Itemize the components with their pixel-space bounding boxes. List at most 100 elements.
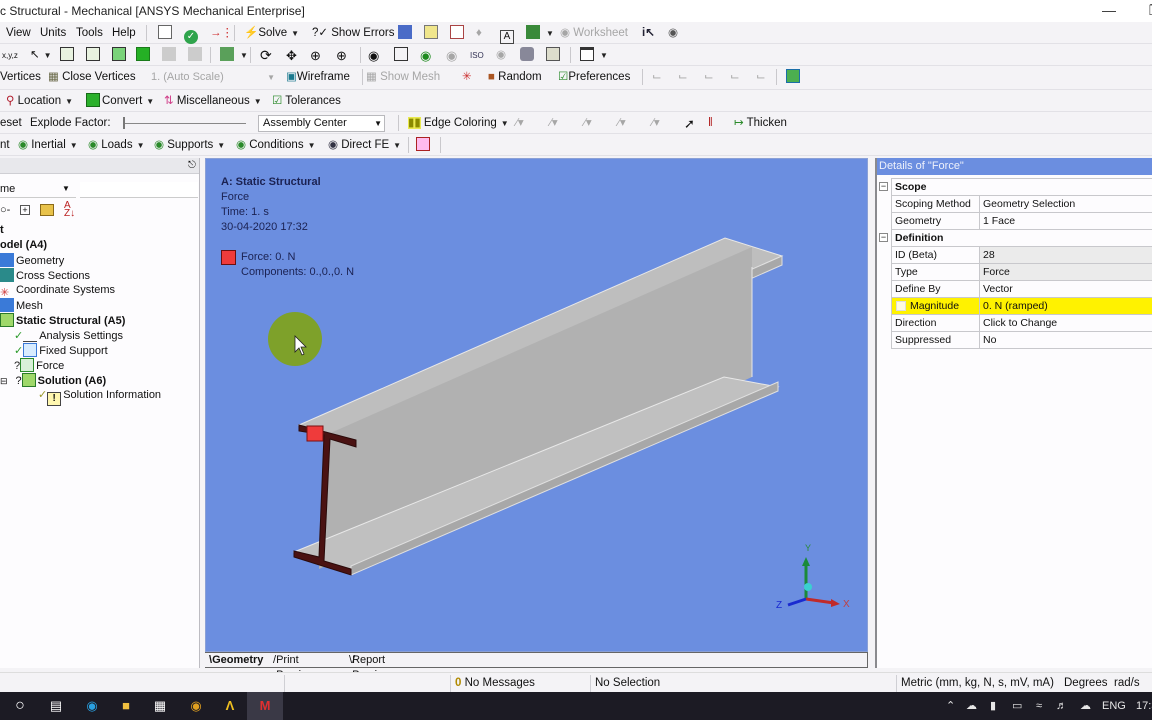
menu-help[interactable]: Help xyxy=(112,25,136,42)
extend-selection-icon[interactable]: ▼ xyxy=(220,47,248,64)
edge-coloring-button[interactable]: ▮▮ Edge Coloring ▼ xyxy=(408,115,509,132)
help-cube-icon[interactable] xyxy=(786,69,802,86)
tree-item-coordinate-systems[interactable]: ✳ Coordinate Systems xyxy=(0,283,115,299)
task-view-icon[interactable]: ▤ xyxy=(38,692,74,720)
unit-system-status[interactable]: Metric (mm, kg, N, s, mV, mA) xyxy=(896,675,1054,692)
new-section-icon[interactable] xyxy=(398,25,414,42)
iso-view-icon[interactable]: ISO xyxy=(470,47,484,64)
tree-item-analysis-settings[interactable]: ✓ Analysis Settings xyxy=(14,328,123,343)
edge-style-1-icon[interactable]: ∕▾ xyxy=(550,115,558,132)
file-explorer-icon[interactable]: ■ xyxy=(108,692,144,720)
inertial-button[interactable]: ◉ Inertial ▼ xyxy=(18,137,78,154)
pointer-select-icon[interactable]: ↖ ▼ xyxy=(30,47,52,64)
annotation-icon[interactable]: A xyxy=(500,25,516,44)
new-comment-icon[interactable] xyxy=(424,25,440,42)
menu-tools[interactable]: Tools xyxy=(76,25,103,42)
zoom-to-fit-icon[interactable]: ◉ xyxy=(368,47,379,64)
new-figure-icon[interactable]: ♦ xyxy=(476,25,482,42)
minimize-button[interactable]: — xyxy=(1086,0,1132,22)
select-node-icon[interactable] xyxy=(162,47,178,64)
tree-item-fixed-support[interactable]: ✓ Fixed Support xyxy=(14,343,108,358)
edge-style-x-icon[interactable]: ∕▾ xyxy=(652,115,660,132)
tree-item-solution[interactable]: ⊟? Solution (A6) xyxy=(0,373,106,388)
select-element-icon[interactable] xyxy=(188,47,204,64)
detail-row-geometry[interactable]: Geometry 1 Face xyxy=(891,212,1152,230)
rotate-icon[interactable]: ⟳ xyxy=(260,47,272,64)
edge-direction-icon[interactable]: ➚ xyxy=(684,115,695,132)
convert-button[interactable]: Convert ▼ xyxy=(86,93,154,110)
print-icon[interactable] xyxy=(546,47,562,64)
random-colors-icon[interactable]: ✳ xyxy=(462,69,472,86)
select-face-icon[interactable] xyxy=(112,47,128,64)
commands-icon[interactable] xyxy=(416,137,432,154)
battery-icon[interactable]: ▭ xyxy=(1012,692,1022,720)
pin-icon[interactable]: ⎋ xyxy=(188,160,196,171)
collapse-definition-icon[interactable]: − xyxy=(879,233,888,242)
edge-style-3-icon[interactable]: ∕▾ xyxy=(618,115,626,132)
ansys-icon[interactable]: Λ xyxy=(212,692,248,720)
hidden-view-icon[interactable] xyxy=(520,47,536,64)
direct-fe-button[interactable]: ◉ Direct FE ▼ xyxy=(328,137,401,154)
show-mesh-button[interactable]: ▦ Show Mesh xyxy=(366,69,440,86)
worksheet-button[interactable]: ◉ Worksheet xyxy=(560,25,628,42)
angle-unit-status[interactable]: Degrees xyxy=(1060,675,1107,692)
tree-item-project[interactable]: t xyxy=(0,223,4,238)
thicken-button[interactable]: ↦ Thicken xyxy=(734,115,787,132)
tree-item-cross-sections[interactable]: Cross Sections xyxy=(0,268,90,283)
language-indicator[interactable]: ENG xyxy=(1102,692,1126,720)
miscellaneous-button[interactable]: ⇅ Miscellaneous ▼ xyxy=(164,93,262,110)
tree-item-mesh[interactable]: Mesh xyxy=(0,298,43,313)
xyz-select-icon[interactable]: x,y,z xyxy=(2,47,18,64)
explode-slider-track[interactable] xyxy=(124,123,246,124)
axis-1-icon[interactable]: ⌙ xyxy=(652,69,662,86)
cloud-upload-icon[interactable]: ☁ xyxy=(1080,692,1091,720)
image-icon[interactable]: ▼ xyxy=(526,25,554,42)
tab-geometry[interactable]: \ Geometry xyxy=(209,653,263,668)
collapse-scope-icon[interactable]: − xyxy=(879,182,888,191)
zoom-box-icon[interactable] xyxy=(394,47,410,64)
tree-item-geometry[interactable]: Geometry xyxy=(0,253,64,268)
check-icon[interactable]: ✓ xyxy=(184,25,200,44)
tag-icon[interactable]: ◉ xyxy=(668,25,678,42)
edge-style-0-icon[interactable]: ∕▾ xyxy=(516,115,524,132)
collapse-icon[interactable]: ⊟ xyxy=(0,376,8,386)
chrome-icon[interactable]: ◉ xyxy=(178,692,214,720)
axis-4-icon[interactable]: ⌙ xyxy=(730,69,740,86)
expand-all-icon[interactable]: + xyxy=(20,205,30,215)
clock[interactable]: 17:3 xyxy=(1136,692,1152,720)
tab-print-preview[interactable]: /Print Preview xyxy=(273,653,315,681)
solve-button[interactable]: ⚡Solve ▼ xyxy=(244,25,299,42)
tree-item-solution-information[interactable]: ✓! Solution Information xyxy=(38,388,161,406)
thin-icon[interactable]: ‖ xyxy=(708,115,713,132)
vertices-button[interactable]: Vertices xyxy=(0,69,41,86)
folder-icon[interactable] xyxy=(40,204,54,216)
conditions-button[interactable]: ◉ Conditions ▼ xyxy=(236,137,316,154)
restore-button[interactable]: ❐ xyxy=(1132,0,1152,22)
detail-row-define-by[interactable]: Define By Vector xyxy=(891,280,1152,298)
onedrive-icon[interactable]: ☁ xyxy=(966,692,977,720)
viewport-layout-icon[interactable]: ▼ xyxy=(580,47,608,64)
messages-status[interactable]: 0 No Messages xyxy=(450,675,590,692)
tree-item-static-structural[interactable]: Static Structural (A5) xyxy=(0,313,125,328)
command-prompt-icon[interactable] xyxy=(158,25,174,42)
axis-5-icon[interactable]: ⌙ xyxy=(756,69,766,86)
detail-row-magnitude[interactable]: Magnitude 0. N (ramped) xyxy=(891,297,1152,315)
volume-icon[interactable]: ♬ xyxy=(1056,692,1067,720)
select-edge-icon[interactable] xyxy=(86,47,102,64)
menu-units[interactable]: Units xyxy=(40,25,66,42)
menu-view[interactable]: View xyxy=(6,25,31,42)
scale-combo[interactable]: 1. (Auto Scale) ▼ xyxy=(146,69,278,86)
zoom-previous-icon[interactable]: ◉ xyxy=(420,47,431,64)
loads-button[interactable]: ◉ Loads ▼ xyxy=(88,137,145,154)
wifi-icon[interactable]: ≈ xyxy=(1036,692,1042,720)
name-filter-select[interactable]: me ▼ xyxy=(0,182,76,198)
reset-button[interactable]: eset xyxy=(0,115,22,132)
close-vertices-button[interactable]: ▦ Close Vertices xyxy=(48,69,136,86)
tree-item-force[interactable]: ? Force xyxy=(14,358,64,373)
mega-icon[interactable]: M xyxy=(247,692,283,720)
zoom-icon[interactable]: ⊕ xyxy=(310,47,321,64)
tab-report-preview[interactable]: \Report Preview/ xyxy=(349,653,391,681)
select-body-icon[interactable] xyxy=(136,47,152,64)
new-chart-icon[interactable] xyxy=(450,25,466,42)
tree-item-model[interactable]: odel (A4) xyxy=(0,238,47,253)
